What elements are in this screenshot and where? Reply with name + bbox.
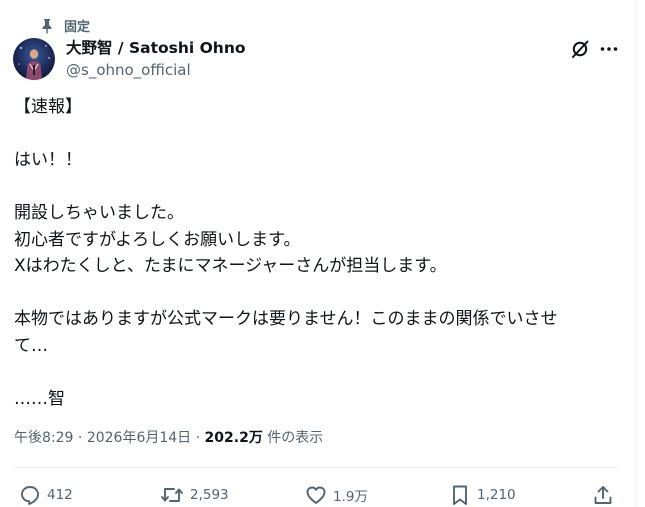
tweet-line [14,174,610,201]
views-count[interactable]: 202.2万 [205,430,263,446]
pinned-indicator: 固定 [40,16,90,35]
tweet-line [14,280,610,307]
like-button[interactable]: 1.9万 [305,484,368,506]
tweet-time[interactable]: 午後8:29 [14,430,73,446]
avatar[interactable] [13,38,55,80]
tweet-line [14,359,610,386]
bookmark-button[interactable]: 1,210 [449,484,516,506]
tweet-line [14,121,610,148]
like-count: 1.9万 [333,489,368,505]
meta-separator: · [73,430,87,446]
more-icon[interactable] [598,38,620,60]
tweet-line: 初心者ですがよろしくお願いします。 [14,229,301,250]
like-icon [305,484,327,506]
bookmark-count: 1,210 [477,487,516,503]
tweet-line: Xはわたくしと、たまにマネージャーさんが担当します。 [14,256,447,276]
tweet-line: はい！！ [14,150,82,170]
pin-icon [40,18,54,34]
reply-icon [19,484,41,506]
views-suffix: 件の表示 [262,430,324,446]
tweet-card: 固定 大野智 / Satoshi Ohno @s_ohno_official 【… [0,0,636,507]
tweet-date[interactable]: 2026年6月14日 [87,430,191,446]
reply-count: 412 [47,487,73,503]
tweet-text: 【速報】 はい！！ 開設しちゃいました。 初心者ですがよろしくお願いします。 X… [14,94,610,412]
meta-separator: · [191,430,205,446]
tweet-line: 本物ではありますが公式マークは要りません！このままの関係でいさせ [14,309,558,329]
grok-icon[interactable] [569,38,591,60]
tweet-line: 開設しちゃいました。 [14,203,184,223]
action-bar: 412 2,593 1.9万 1,210 [0,484,636,506]
tweet-line: 【速報】 [14,97,82,117]
repost-button[interactable]: 2,593 [160,484,229,506]
share-icon [592,484,614,506]
author-handle[interactable]: @s_ohno_official [66,59,246,81]
author-info: 大野智 / Satoshi Ohno @s_ohno_official [66,37,246,81]
tweet-line: ……智 [14,388,65,409]
author-display-name[interactable]: 大野智 / Satoshi Ohno [66,37,246,59]
bookmark-icon [449,484,471,506]
divider [14,467,618,468]
repost-count: 2,593 [190,487,229,503]
repost-icon [160,484,184,506]
pinned-label: 固定 [64,20,91,35]
tweet-meta: 午後8:29 · 2026年6月14日 · 202.2万 件の表示 [14,428,323,448]
reply-button[interactable]: 412 [19,484,73,506]
tweet-line: て… [14,335,48,356]
share-button[interactable] [592,484,614,506]
